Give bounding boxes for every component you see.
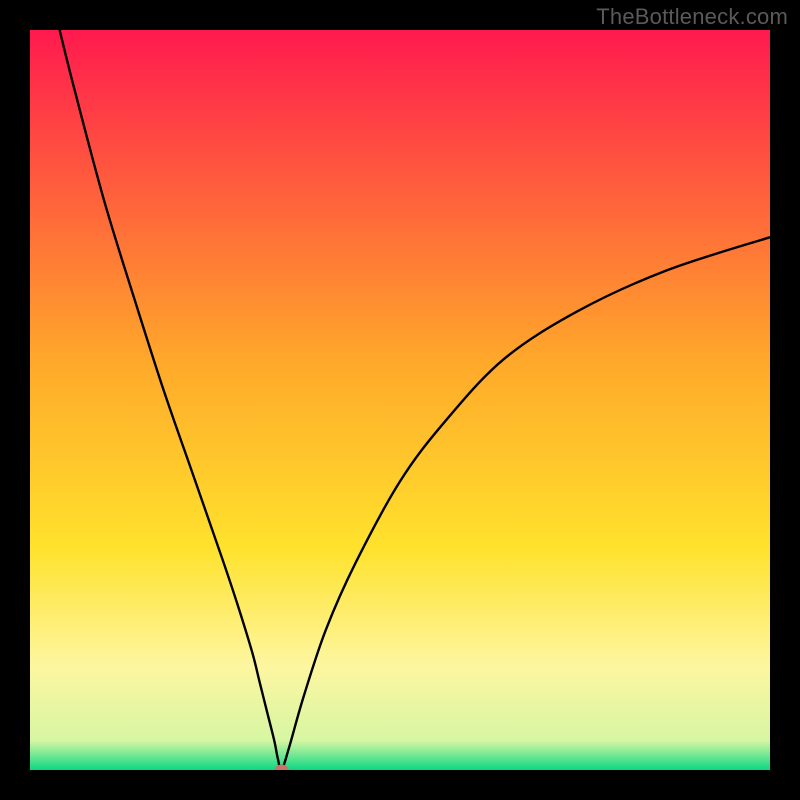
watermark-text: TheBottleneck.com: [596, 4, 788, 30]
chart-frame: TheBottleneck.com: [0, 0, 800, 800]
chart-svg: [30, 30, 770, 770]
plot-area: [30, 30, 770, 770]
gradient-background: [30, 30, 770, 770]
